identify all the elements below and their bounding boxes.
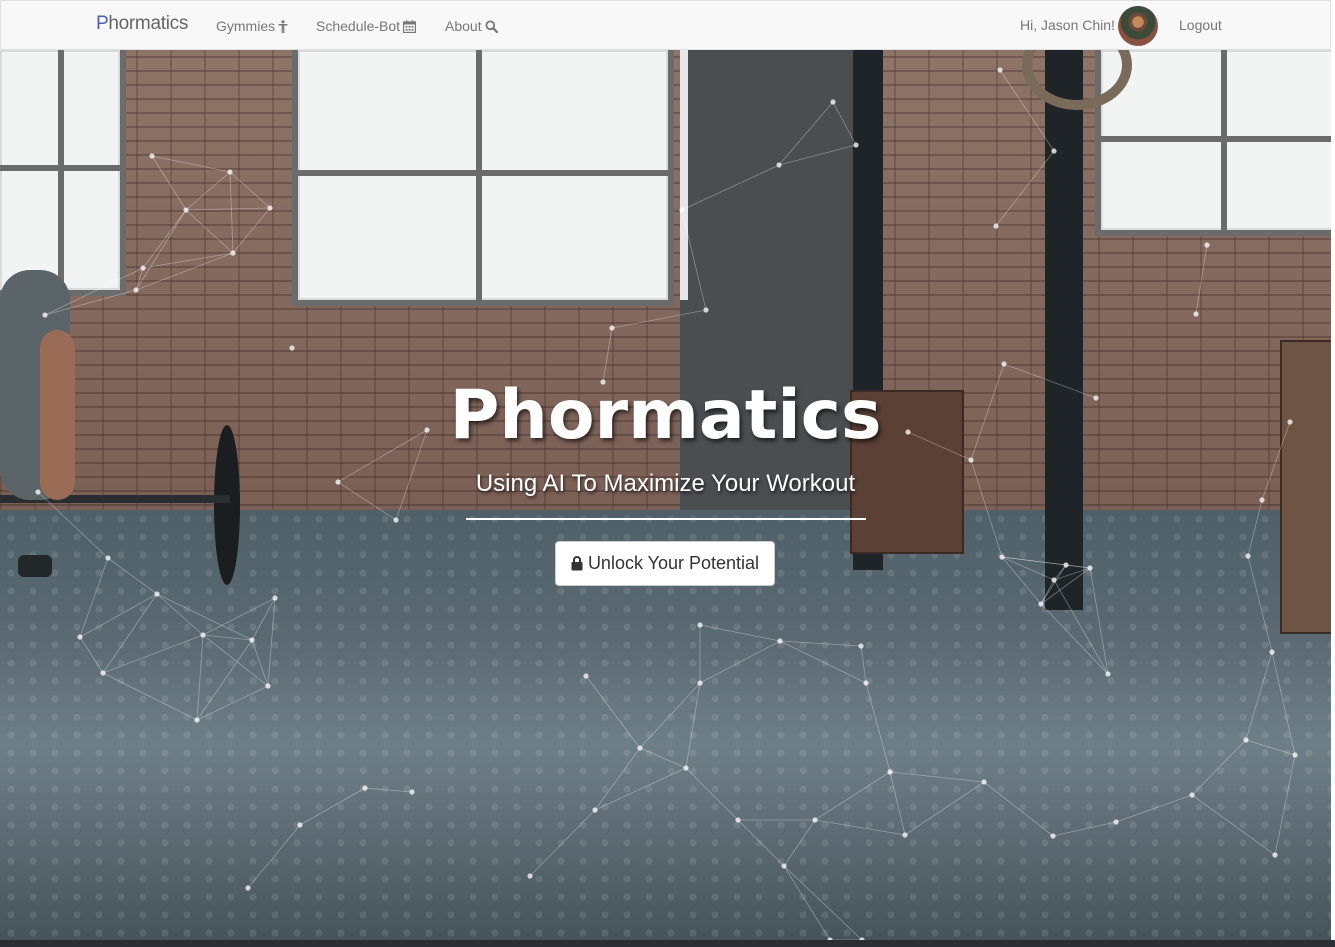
network-node (393, 517, 399, 523)
network-node (1051, 577, 1057, 583)
network-node (362, 785, 368, 791)
network-node (140, 265, 146, 271)
network-node (1105, 671, 1111, 677)
network-node (183, 207, 189, 213)
top-navbar: Phormatics Gymmies Schedule-Bot About Hi… (0, 0, 1331, 50)
logout-link[interactable]: Logout (1179, 17, 1222, 33)
network-node (265, 683, 271, 689)
network-node (981, 779, 987, 785)
network-node (1189, 792, 1195, 798)
network-node (1259, 497, 1265, 503)
user-greeting: Hi, Jason Chin! (1020, 17, 1115, 33)
network-node (830, 99, 836, 105)
network-node (776, 162, 782, 168)
calendar-icon (403, 19, 417, 33)
network-node (154, 591, 160, 597)
hero-subtitle: Using AI To Maximize Your Workout (475, 470, 856, 497)
network-node (968, 457, 974, 463)
network-node (1243, 737, 1249, 743)
network-node (697, 680, 703, 686)
brand-logo[interactable]: Phormatics (96, 13, 188, 35)
network-node (1292, 752, 1298, 758)
search-icon (485, 20, 498, 33)
network-node (812, 817, 818, 823)
network-node (1038, 601, 1044, 607)
network-node (245, 885, 251, 891)
network-node (149, 153, 155, 159)
network-node (1087, 565, 1093, 571)
fitness-figure-icon (278, 19, 288, 33)
unlock-potential-button[interactable]: Unlock Your Potential (555, 541, 775, 586)
page-edge (1331, 0, 1335, 947)
network-node (297, 822, 303, 828)
nav-item-gymmies[interactable]: Gymmies (216, 18, 288, 34)
network-node (1272, 852, 1278, 858)
network-node (227, 169, 233, 175)
network-node (863, 680, 869, 686)
network-node (853, 142, 859, 148)
network-node (637, 745, 643, 751)
hero-divider (466, 518, 866, 520)
network-node (583, 673, 589, 679)
nav-item-about[interactable]: About (445, 18, 498, 34)
nav-item-label: Schedule-Bot (316, 18, 401, 34)
network-node (703, 307, 709, 313)
network-node (230, 250, 236, 256)
network-node (272, 595, 278, 601)
cta-label: Unlock Your Potential (587, 553, 760, 573)
hero-section: Phormatics Using AI To Maximize Your Wor… (0, 50, 1331, 940)
network-node (1050, 833, 1056, 839)
avatar[interactable] (1118, 6, 1158, 46)
network-node (858, 643, 864, 649)
network-node (1193, 311, 1199, 317)
network-node (609, 325, 615, 331)
network-node (902, 832, 908, 838)
network-node (133, 287, 139, 293)
network-node (527, 873, 533, 879)
network-node (1245, 553, 1251, 559)
network-node (1051, 148, 1057, 154)
network-node (999, 554, 1005, 560)
network-node (997, 67, 1003, 73)
network-node (1001, 361, 1007, 367)
brand-rest: hormatics (108, 13, 189, 34)
bottom-bar (0, 940, 1335, 947)
network-node (781, 863, 787, 869)
brand-first-letter: P (96, 13, 109, 34)
network-node (1063, 562, 1069, 568)
network-node (249, 637, 255, 643)
network-node (267, 205, 273, 211)
network-node (289, 345, 295, 351)
network-node (887, 769, 893, 775)
network-node (200, 632, 206, 638)
network-node (42, 312, 48, 318)
network-node (1269, 649, 1275, 655)
hero-title: Phormatics (449, 376, 882, 455)
network-node (993, 223, 999, 229)
network-node (409, 789, 415, 795)
network-node (1204, 242, 1210, 248)
network-node (679, 207, 685, 213)
network-node (1113, 819, 1119, 825)
network-node (100, 670, 106, 676)
network-node (77, 634, 83, 640)
nav-item-schedule-bot[interactable]: Schedule-Bot (316, 18, 417, 34)
nav-item-label: Gymmies (216, 18, 276, 34)
lock-icon (571, 556, 583, 571)
network-node (735, 817, 741, 823)
network-node (592, 807, 598, 813)
nav-item-label: About (445, 18, 482, 34)
network-node (697, 622, 703, 628)
network-node (683, 765, 689, 771)
network-node (105, 555, 111, 561)
network-node (194, 717, 200, 723)
network-node (777, 638, 783, 644)
